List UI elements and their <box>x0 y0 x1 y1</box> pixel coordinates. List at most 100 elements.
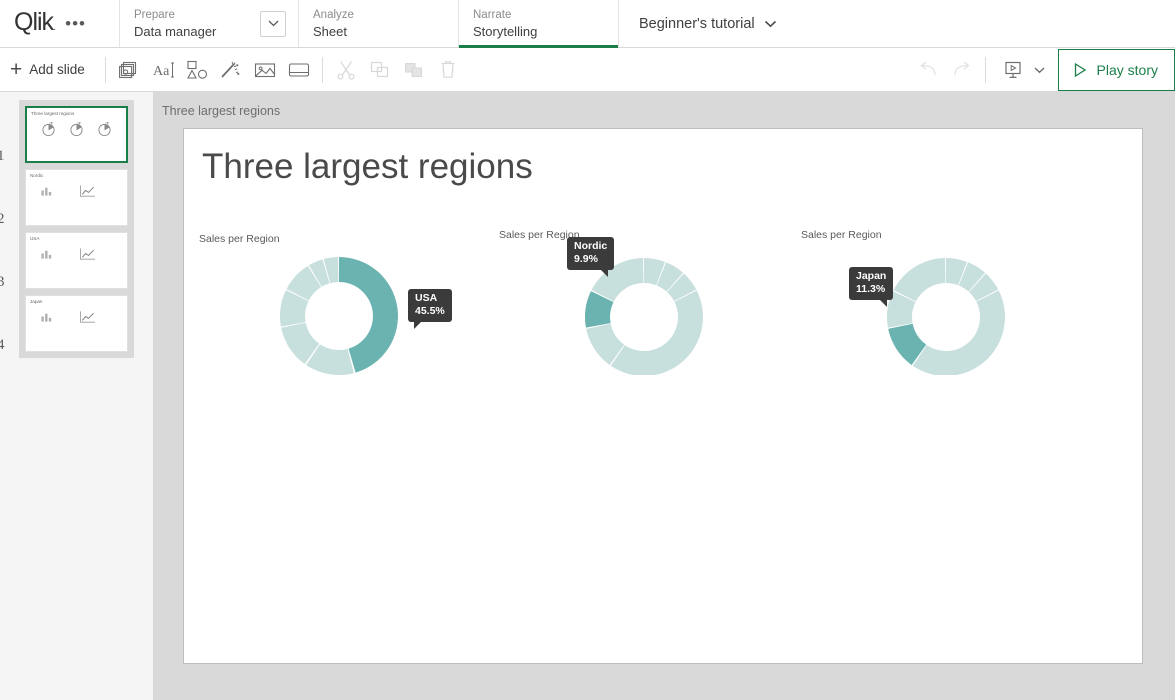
slide-list-panel: 1 Three largest regions <box>0 92 153 700</box>
tooltip-label: Japan <box>856 270 886 283</box>
undo-button[interactable] <box>911 53 945 87</box>
nav-section-narrate[interactable]: Narrate Storytelling <box>459 0 619 47</box>
donut-svg-2 <box>499 245 789 375</box>
slide-thumbnails: 1 Three largest regions <box>19 100 134 358</box>
present-options-group[interactable] <box>992 53 1050 87</box>
present-button[interactable] <box>996 53 1030 87</box>
undo-icon <box>917 61 939 79</box>
slide-template-icon <box>288 61 310 79</box>
tooltip-chart-3: Japan 11.3% <box>849 267 893 300</box>
slide-thumbnail-2[interactable]: Nordic <box>25 169 128 226</box>
slide-thumbnail-3[interactable]: USA <box>25 232 128 289</box>
tooltip-chart-2: Nordic 9.9% <box>567 237 614 270</box>
slide-thumbnail-content <box>26 247 127 261</box>
slide-row: 2 Nordic <box>25 169 128 226</box>
line-chart-icon <box>79 310 96 324</box>
paste-icon <box>404 61 424 79</box>
donut-chart-1[interactable]: USA 45.5% <box>199 249 489 379</box>
snapshot-library-button[interactable] <box>112 53 146 87</box>
toolbar-right-group: Play story <box>911 48 1175 91</box>
shapes-icon <box>186 60 208 80</box>
redo-icon <box>951 61 973 79</box>
tooltip-value: 9.9% <box>574 253 607 266</box>
add-shapes-button[interactable] <box>180 53 214 87</box>
slide-thumbnail-1[interactable]: Three largest regions <box>25 106 128 163</box>
slide-canvas-area: Three largest regions Three largest regi… <box>153 92 1175 700</box>
snapshot-library-icon <box>119 61 139 79</box>
tooltip-label: Nordic <box>574 240 607 253</box>
slide-row: 3 USA <box>25 232 128 289</box>
slide-row: 1 Three largest regions <box>25 106 128 163</box>
tooltip-chart-1: USA 45.5% <box>408 289 452 322</box>
nav-kicker-analyze: Analyze <box>313 8 444 23</box>
workspace: 1 Three largest regions <box>0 92 1175 700</box>
chart-title-1: Sales per Region <box>199 233 489 245</box>
pie-chart-icon <box>69 122 84 137</box>
top-navigation-bar: Qlik. ••• Prepare Data manager Analyze S… <box>0 0 1175 48</box>
qlik-sense-storytelling-app: Qlik. ••• Prepare Data manager Analyze S… <box>0 0 1175 700</box>
qlik-logo: Qlik. <box>14 10 55 35</box>
bar-chart-icon <box>40 247 53 260</box>
add-image-button[interactable] <box>248 53 282 87</box>
nav-kicker-narrate: Narrate <box>473 8 604 23</box>
slide-thumbnail-4[interactable]: Japan <box>25 295 128 352</box>
canvas-right-edge <box>1165 92 1175 700</box>
effects-icon <box>220 60 242 80</box>
redo-button[interactable] <box>945 53 979 87</box>
svg-text:Aa: Aa <box>153 64 170 79</box>
donut-svg-3 <box>801 245 1091 375</box>
copy-button[interactable] <box>363 53 397 87</box>
chart-container-3[interactable]: Sales per Region <box>801 229 1091 375</box>
nav-section-prepare[interactable]: Prepare Data manager <box>120 0 260 47</box>
app-title-label: Beginner's tutorial <box>639 16 755 32</box>
add-text-button[interactable]: Aa <box>146 53 180 87</box>
delete-button[interactable] <box>431 53 465 87</box>
copy-icon <box>370 61 390 79</box>
brand-zone: Qlik. ••• <box>0 0 120 47</box>
paste-button[interactable] <box>397 53 431 87</box>
slide-canvas[interactable]: Three largest regions Sales per Region <box>183 128 1143 664</box>
slide-template-button[interactable] <box>282 53 316 87</box>
line-chart-icon <box>79 247 96 261</box>
nav-kicker-prepare: Prepare <box>134 8 246 23</box>
chevron-down-icon[interactable] <box>1033 66 1046 74</box>
tooltip-value: 11.3% <box>856 283 886 296</box>
slide-number: 2 <box>0 211 5 228</box>
donut-chart-2[interactable]: Nordic 9.9% <box>499 245 789 375</box>
tooltip-value: 45.5% <box>415 305 445 318</box>
prepare-dropdown-button[interactable] <box>260 11 286 37</box>
add-effects-button[interactable] <box>214 53 248 87</box>
nav-label-storytelling: Storytelling <box>473 23 604 40</box>
chart-container-2[interactable]: Sales per Region <box>499 229 789 375</box>
play-story-label: Play story <box>1097 62 1158 78</box>
cut-icon <box>336 60 356 80</box>
nav-section-analyze[interactable]: Analyze Sheet <box>299 0 459 47</box>
slide-number: 3 <box>0 274 5 291</box>
slide-thumbnail-title: Nordic <box>30 173 43 178</box>
slide-thumbnail-title: USA <box>30 236 39 241</box>
cut-button[interactable] <box>329 53 363 87</box>
add-slide-label: Add slide <box>29 62 85 77</box>
bar-chart-icon <box>40 184 53 197</box>
add-slide-button[interactable]: + Add slide <box>0 48 99 91</box>
slide-number: 4 <box>0 337 5 354</box>
nav-label-sheet: Sheet <box>313 23 444 40</box>
app-title-dropdown[interactable]: Beginner's tutorial <box>619 0 797 47</box>
slide-thumbnail-title: Three largest regions <box>31 111 74 116</box>
canvas-breadcrumb-title: Three largest regions <box>153 92 1175 118</box>
prepare-section-wrapper: Prepare Data manager <box>120 0 299 47</box>
text-icon: Aa <box>152 61 174 79</box>
slide-title-text[interactable]: Three largest regions <box>202 147 533 187</box>
toolbar-divider <box>105 57 106 83</box>
play-icon <box>1072 62 1088 78</box>
chart-title-3: Sales per Region <box>801 229 1091 241</box>
image-icon <box>254 61 276 79</box>
slide-thumbnail-title: Japan <box>30 299 42 304</box>
tooltip-label: USA <box>415 292 445 305</box>
more-options-icon[interactable]: ••• <box>63 11 88 36</box>
chart-container-1[interactable]: Sales per Region <box>199 233 489 379</box>
chevron-down-icon <box>268 20 279 27</box>
slide-thumbnail-content <box>26 310 127 324</box>
donut-chart-3[interactable]: Japan 11.3% <box>801 245 1091 375</box>
play-story-button[interactable]: Play story <box>1058 49 1175 91</box>
